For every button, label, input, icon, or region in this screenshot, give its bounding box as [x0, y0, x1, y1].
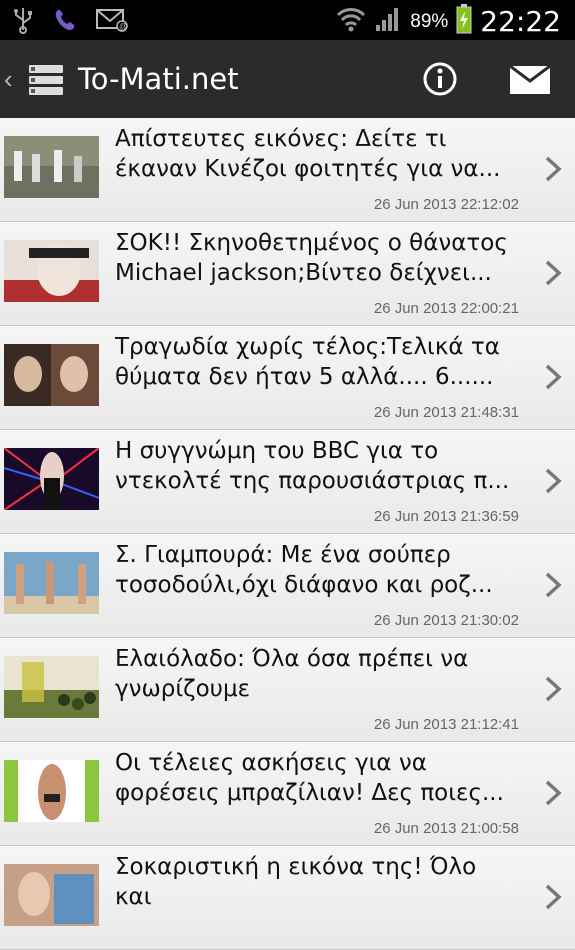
- chevron-right-icon: [543, 258, 563, 288]
- article-title: Σοκαριστική η εικόνα της! Όλο και χειροτ…: [115, 854, 477, 910]
- chevron-right-icon: [543, 570, 563, 600]
- chevron-right-icon: [543, 154, 563, 184]
- chevron-right-icon: [543, 466, 563, 496]
- app-title: To-Mati.net: [78, 62, 239, 96]
- article-date: 26 Jun 2013 22:12:02: [373, 196, 519, 213]
- info-icon[interactable]: [422, 61, 458, 97]
- article-item[interactable]: Οι τέλειες ασκήσεις για να φορέσεις μπρα…: [0, 742, 575, 846]
- article-date: 26 Jun 2013 21:00:58: [373, 820, 519, 837]
- article-thumbnail: [4, 344, 99, 406]
- battery-percent: 89%: [410, 10, 449, 32]
- battery-charging-icon: [456, 4, 472, 39]
- status-bar: @ 89% 22:22: [0, 0, 575, 40]
- article-date: 26 Jun 2013 21:12:41: [373, 716, 519, 733]
- email-notification-icon: @: [96, 8, 128, 37]
- article-item[interactable]: Τραγωδία χωρίς τέλος:Τελικά τα θύματα δε…: [0, 326, 575, 430]
- article-title: ΣΟΚ!! Σκηνοθετημένος ο θάνατος Michael j…: [115, 230, 508, 286]
- article-item[interactable]: Σ. Γιαμπουρά: Με ένα σούπερ τοσοδούλι,όχ…: [0, 534, 575, 638]
- article-item[interactable]: ΣΟΚ!! Σκηνοθετημένος ο θάνατος Michael j…: [0, 222, 575, 326]
- chevron-right-icon: [543, 882, 563, 912]
- article-title: Τραγωδία χωρίς τέλος:Τελικά τα θύματα δε…: [115, 334, 500, 390]
- article-title: Σ. Γιαμπουρά: Με ένα σούπερ τοσοδούλι,όχ…: [115, 542, 493, 598]
- article-item[interactable]: Η συγγνώμη του BBC για το ντεκολτέ της π…: [0, 430, 575, 534]
- article-list: Απίστευτες εικόνες: Δείτε τι έκαναν Κινέ…: [0, 118, 575, 950]
- app-list-icon[interactable]: [28, 63, 64, 102]
- mail-icon[interactable]: [509, 64, 551, 94]
- article-date: 26 Jun 2013 21:48:31: [373, 404, 519, 421]
- chevron-right-icon: [543, 674, 563, 704]
- article-thumbnail: [4, 656, 99, 718]
- chevron-right-icon: [543, 362, 563, 392]
- article-thumbnail: [4, 552, 99, 614]
- signal-icon: [374, 5, 402, 38]
- article-date: 26 Jun 2013 21:36:59: [373, 508, 519, 525]
- article-title: Οι τέλειες ασκήσεις για να φορέσεις μπρα…: [115, 750, 504, 806]
- chevron-right-icon: [543, 778, 563, 808]
- usb-icon: [12, 6, 34, 39]
- wifi-icon: [336, 5, 366, 38]
- article-date: 26 Jun 2013 21:30:02: [373, 612, 519, 629]
- article-item[interactable]: Σοκαριστική η εικόνα της! Όλο και χειροτ…: [0, 846, 575, 950]
- article-item[interactable]: Ελαιόλαδο: Όλα όσα πρέπει να γνωρίζουμε …: [0, 638, 575, 742]
- article-thumbnail: [4, 240, 99, 302]
- action-bar: ‹ To-Mati.net: [0, 40, 575, 119]
- article-thumbnail: [4, 760, 99, 822]
- article-thumbnail: [4, 136, 99, 198]
- article-date: 26 Jun 2013 22:00:21: [373, 300, 519, 317]
- article-title: Απίστευτες εικόνες: Δείτε τι έκαναν Κινέ…: [115, 126, 501, 182]
- article-thumbnail: [4, 448, 99, 510]
- article-thumbnail: [4, 864, 99, 926]
- article-item[interactable]: Απίστευτες εικόνες: Δείτε τι έκαναν Κινέ…: [0, 118, 575, 222]
- article-title: Ελαιόλαδο: Όλα όσα πρέπει να γνωρίζουμε: [115, 646, 469, 702]
- back-chevron-icon[interactable]: ‹: [4, 64, 13, 95]
- svg-text:@: @: [119, 22, 127, 31]
- status-time: 22:22: [480, 5, 561, 38]
- article-title: Η συγγνώμη του BBC για το ντεκολτέ της π…: [115, 438, 510, 494]
- viber-icon: [52, 7, 78, 38]
